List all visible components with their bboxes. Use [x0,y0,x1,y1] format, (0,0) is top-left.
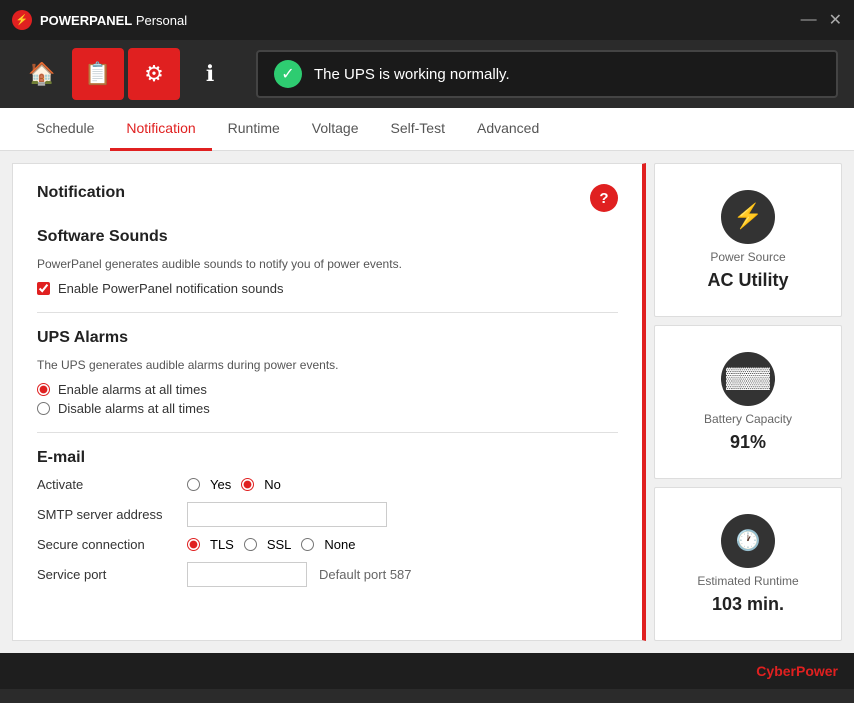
help-button[interactable]: ? [590,184,618,212]
activate-yes-radio[interactable] [187,478,200,491]
disable-alarms-label: Disable alarms at all times [58,401,210,416]
divider-1 [37,312,618,313]
panel-title: Notification [37,184,125,202]
port-input[interactable]: 587 [187,562,307,587]
activate-yes-label: Yes [210,477,231,492]
enable-alarms-row: Enable alarms at all times [37,382,618,397]
software-sounds-title: Software Sounds [37,228,618,246]
app-title-normal: Personal [132,13,187,28]
titlebar: ⚡ POWERPANEL Personal — ✕ [0,0,854,40]
settings-nav-button[interactable]: ⚙ [128,48,180,100]
power-source-value: AC Utility [708,270,789,291]
smtp-label: SMTP server address [37,507,177,522]
port-default-label: Default port 587 [319,567,412,582]
estimated-runtime-card: 🕐 Estimated Runtime 103 min. [654,487,842,641]
battery-capacity-value: 91% [730,432,766,453]
secure-none-label: None [324,537,355,552]
tabs-bar: Schedule Notification Runtime Voltage Se… [0,108,854,151]
footer-brand: CyberPower [756,663,838,679]
activate-label: Activate [37,477,177,492]
secure-ssl-radio[interactable] [244,538,257,551]
tab-schedule[interactable]: Schedule [20,108,110,151]
close-button[interactable]: ✕ [829,10,842,30]
secure-options: TLS SSL None [187,537,618,552]
secure-label: Secure connection [37,537,177,552]
estimated-runtime-value: 103 min. [712,594,784,615]
ups-alarms-desc: The UPS generates audible alarms during … [37,357,618,374]
window-controls: — ✕ [801,10,842,30]
enable-alarms-radio[interactable] [37,383,50,396]
home-nav-button[interactable]: 🏠 [16,48,68,100]
estimated-runtime-icon: 🕐 [721,514,775,568]
footer: CyberPower [0,653,854,689]
footer-brand-text: CyberPower [756,663,838,679]
port-row: 587 Default port 587 [187,562,618,587]
battery-capacity-label: Battery Capacity [704,412,792,426]
estimated-runtime-label: Estimated Runtime [697,574,798,588]
power-source-card: ⚡ Power Source AC Utility [654,163,842,317]
enable-sounds-row: Enable PowerPanel notification sounds [37,281,618,296]
enable-sounds-checkbox[interactable] [37,282,50,295]
software-sounds-desc: PowerPanel generates audible sounds to n… [37,256,618,273]
titlebar-left: ⚡ POWERPANEL Personal [12,10,187,30]
activate-options: Yes No [187,477,618,492]
tab-notification[interactable]: Notification [110,108,211,151]
status-bar: ✓ The UPS is working normally. [256,50,838,98]
stats-panel: ⚡ Power Source AC Utility ▓▓▓ Battery Ca… [654,163,842,641]
enable-alarms-label: Enable alarms at all times [58,382,207,397]
disable-alarms-row: Disable alarms at all times [37,401,618,416]
battery-capacity-card: ▓▓▓ Battery Capacity 91% [654,325,842,479]
activate-no-radio[interactable] [241,478,254,491]
tab-selftest[interactable]: Self-Test [375,108,461,151]
tab-advanced[interactable]: Advanced [461,108,555,151]
app-logo-icon: ⚡ [12,10,32,30]
status-text: The UPS is working normally. [314,66,510,83]
minimize-button[interactable]: — [801,10,817,30]
status-ok-icon: ✓ [274,60,302,88]
email-title: E-mail [37,449,618,467]
tab-runtime[interactable]: Runtime [212,108,296,151]
power-source-icon: ⚡ [721,190,775,244]
secure-ssl-label: SSL [267,537,292,552]
info-nav-button[interactable]: ℹ [184,48,236,100]
notification-panel: Notification ? Software Sounds PowerPane… [12,163,646,641]
enable-sounds-label: Enable PowerPanel notification sounds [58,281,283,296]
secure-none-radio[interactable] [301,538,314,551]
events-nav-button[interactable]: 📋 [72,48,124,100]
main-content: Notification ? Software Sounds PowerPane… [0,151,854,653]
divider-2 [37,432,618,433]
activate-no-label: No [264,477,281,492]
smtp-input[interactable] [187,502,387,527]
tab-voltage[interactable]: Voltage [296,108,375,151]
secure-tls-label: TLS [210,537,234,552]
port-label: Service port [37,567,177,582]
app-title: POWERPANEL Personal [40,13,187,28]
power-source-label: Power Source [710,250,785,264]
app-title-bold: POWERPANEL [40,13,132,28]
ups-alarms-title: UPS Alarms [37,329,618,347]
disable-alarms-radio[interactable] [37,402,50,415]
topnav: 🏠 📋 ⚙ ℹ ✓ The UPS is working normally. [0,40,854,108]
secure-tls-radio[interactable] [187,538,200,551]
battery-capacity-icon: ▓▓▓ [721,352,775,406]
